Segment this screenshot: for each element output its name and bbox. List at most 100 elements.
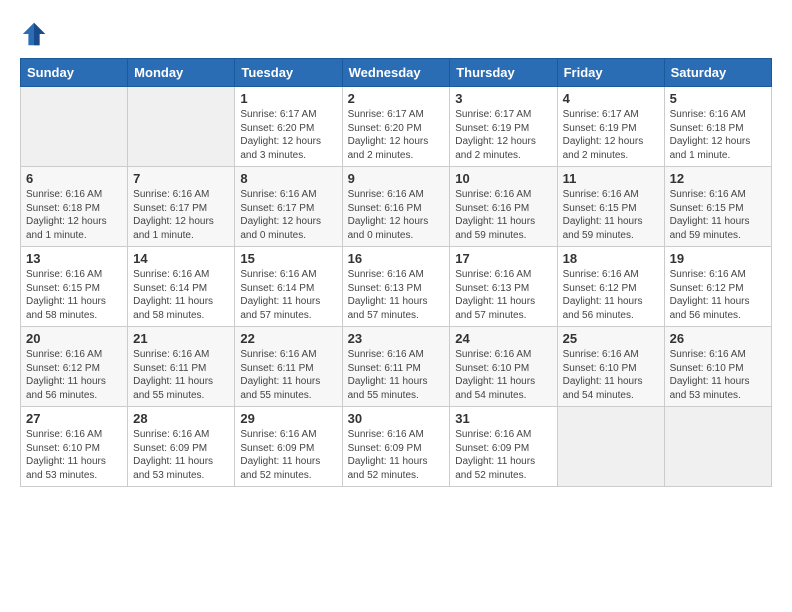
day-number: 9: [348, 171, 445, 186]
cell-info: Sunrise: 6:16 AM Sunset: 6:10 PM Dayligh…: [455, 348, 551, 402]
cell-info: Sunrise: 6:16 AM Sunset: 6:14 PM Dayligh…: [240, 268, 336, 322]
calendar-cell: 3 Sunrise: 6:17 AM Sunset: 6:19 PM Daylig…: [450, 87, 557, 167]
cell-info: Sunrise: 6:16 AM Sunset: 6:15 PM Dayligh…: [563, 188, 659, 242]
calendar-cell: 7Sunrise: 6:16 AM Sunset: 6:17 PM Daylig…: [128, 167, 235, 247]
column-header-sunday: Sunday: [21, 59, 128, 87]
calendar-cell: 13Sunrise: 6:16 AM Sunset: 6:15 PM Dayli…: [21, 247, 128, 327]
calendar-cell: [21, 87, 128, 167]
cell-info: Sunrise: 6:16 AM Sunset: 6:10 PM Dayligh…: [563, 348, 659, 402]
day-number: 18: [563, 251, 659, 266]
column-header-thursday: Thursday: [450, 59, 557, 87]
day-number: 8: [240, 171, 336, 186]
calendar-cell: 8 Sunrise: 6:16 AM Sunset: 6:17 PM Daylig…: [235, 167, 342, 247]
calendar-cell: [664, 407, 771, 487]
calendar-cell: 23Sunrise: 6:16 AM Sunset: 6:11 PM Dayli…: [342, 327, 450, 407]
day-number: 6: [26, 171, 122, 186]
cell-info: Sunrise: 6:16 AM Sunset: 6:09 PM Dayligh…: [133, 428, 229, 482]
logo: [20, 20, 52, 48]
column-header-tuesday: Tuesday: [235, 59, 342, 87]
week-row-4: 20Sunrise: 6:16 AM Sunset: 6:12 PM Dayli…: [21, 327, 772, 407]
calendar-cell: 21 Sunrise: 6:16 AM Sunset: 6:11 PM Dayli…: [128, 327, 235, 407]
cell-info: Sunrise: 6:16 AM Sunset: 6:13 PM Dayligh…: [348, 268, 445, 322]
day-number: 26: [670, 331, 766, 346]
calendar-cell: [128, 87, 235, 167]
column-header-saturday: Saturday: [664, 59, 771, 87]
cell-info: Sunrise: 6:16 AM Sunset: 6:15 PM Dayligh…: [670, 188, 766, 242]
day-number: 11: [563, 171, 659, 186]
day-number: 13: [26, 251, 122, 266]
cell-info: Sunrise: 6:16 AM Sunset: 6:09 PM Dayligh…: [455, 428, 551, 482]
day-number: 5: [670, 91, 766, 106]
calendar-cell: 4Sunrise: 6:17 AM Sunset: 6:19 PM Daylig…: [557, 87, 664, 167]
calendar-cell: 31 Sunrise: 6:16 AM Sunset: 6:09 PM Dayli…: [450, 407, 557, 487]
day-number: 29: [240, 411, 336, 426]
day-number: 3: [455, 91, 551, 106]
day-number: 27: [26, 411, 122, 426]
cell-info: Sunrise: 6:16 AM Sunset: 6:12 PM Dayligh…: [670, 268, 766, 322]
day-number: 15: [240, 251, 336, 266]
calendar-cell: 25 Sunrise: 6:16 AM Sunset: 6:10 PM Dayli…: [557, 327, 664, 407]
column-header-monday: Monday: [128, 59, 235, 87]
calendar-cell: 30Sunrise: 6:16 AM Sunset: 6:09 PM Dayli…: [342, 407, 450, 487]
calendar-cell: 24 Sunrise: 6:16 AM Sunset: 6:10 PM Dayli…: [450, 327, 557, 407]
cell-info: Sunrise: 6:16 AM Sunset: 6:09 PM Dayligh…: [348, 428, 445, 482]
cell-info: Sunrise: 6:16 AM Sunset: 6:11 PM Dayligh…: [348, 348, 445, 402]
cell-info: Sunrise: 6:16 AM Sunset: 6:18 PM Dayligh…: [26, 188, 122, 242]
calendar-cell: 19 Sunrise: 6:16 AM Sunset: 6:12 PM Dayli…: [664, 247, 771, 327]
cell-info: Sunrise: 6:16 AM Sunset: 6:09 PM Dayligh…: [240, 428, 336, 482]
calendar-cell: 1Sunrise: 6:17 AM Sunset: 6:20 PM Daylig…: [235, 87, 342, 167]
week-row-1: 1Sunrise: 6:17 AM Sunset: 6:20 PM Daylig…: [21, 87, 772, 167]
day-number: 14: [133, 251, 229, 266]
week-row-5: 27 Sunrise: 6:16 AM Sunset: 6:10 PM Dayli…: [21, 407, 772, 487]
calendar-cell: 2 Sunrise: 6:17 AM Sunset: 6:20 PM Daylig…: [342, 87, 450, 167]
calendar-cell: 11 Sunrise: 6:16 AM Sunset: 6:15 PM Dayli…: [557, 167, 664, 247]
page-header: [20, 20, 772, 48]
cell-info: Sunrise: 6:16 AM Sunset: 6:17 PM Dayligh…: [240, 188, 336, 242]
calendar-cell: 12 Sunrise: 6:16 AM Sunset: 6:15 PM Dayli…: [664, 167, 771, 247]
day-number: 12: [670, 171, 766, 186]
cell-info: Sunrise: 6:16 AM Sunset: 6:13 PM Dayligh…: [455, 268, 551, 322]
day-number: 2: [348, 91, 445, 106]
day-number: 17: [455, 251, 551, 266]
calendar-cell: 10Sunrise: 6:16 AM Sunset: 6:16 PM Dayli…: [450, 167, 557, 247]
calendar-cell: 22Sunrise: 6:16 AM Sunset: 6:11 PM Dayli…: [235, 327, 342, 407]
calendar-cell: 14Sunrise: 6:16 AM Sunset: 6:14 PM Dayli…: [128, 247, 235, 327]
calendar-body: 1Sunrise: 6:17 AM Sunset: 6:20 PM Daylig…: [21, 87, 772, 487]
day-number: 31: [455, 411, 551, 426]
day-number: 21: [133, 331, 229, 346]
column-header-friday: Friday: [557, 59, 664, 87]
calendar-cell: 15 Sunrise: 6:16 AM Sunset: 6:14 PM Dayli…: [235, 247, 342, 327]
calendar-cell: 17 Sunrise: 6:16 AM Sunset: 6:13 PM Dayli…: [450, 247, 557, 327]
cell-info: Sunrise: 6:17 AM Sunset: 6:19 PM Dayligh…: [455, 108, 551, 162]
cell-info: Sunrise: 6:16 AM Sunset: 6:12 PM Dayligh…: [26, 348, 122, 402]
cell-info: Sunrise: 6:17 AM Sunset: 6:19 PM Dayligh…: [563, 108, 659, 162]
day-number: 19: [670, 251, 766, 266]
calendar-cell: 5 Sunrise: 6:16 AM Sunset: 6:18 PM Daylig…: [664, 87, 771, 167]
cell-info: Sunrise: 6:17 AM Sunset: 6:20 PM Dayligh…: [240, 108, 336, 162]
day-number: 24: [455, 331, 551, 346]
cell-info: Sunrise: 6:16 AM Sunset: 6:16 PM Dayligh…: [348, 188, 445, 242]
calendar-cell: 26 Sunrise: 6:16 AM Sunset: 6:10 PM Dayli…: [664, 327, 771, 407]
column-header-wednesday: Wednesday: [342, 59, 450, 87]
calendar-cell: 27 Sunrise: 6:16 AM Sunset: 6:10 PM Dayli…: [21, 407, 128, 487]
day-number: 22: [240, 331, 336, 346]
day-number: 28: [133, 411, 229, 426]
calendar-cell: 16Sunrise: 6:16 AM Sunset: 6:13 PM Dayli…: [342, 247, 450, 327]
header-row: SundayMondayTuesdayWednesdayThursdayFrid…: [21, 59, 772, 87]
calendar-cell: 6 Sunrise: 6:16 AM Sunset: 6:18 PM Daylig…: [21, 167, 128, 247]
cell-info: Sunrise: 6:16 AM Sunset: 6:18 PM Dayligh…: [670, 108, 766, 162]
cell-info: Sunrise: 6:16 AM Sunset: 6:10 PM Dayligh…: [670, 348, 766, 402]
calendar-cell: [557, 407, 664, 487]
calendar-cell: 29 Sunrise: 6:16 AM Sunset: 6:09 PM Dayli…: [235, 407, 342, 487]
cell-info: Sunrise: 6:16 AM Sunset: 6:11 PM Dayligh…: [133, 348, 229, 402]
logo-icon: [20, 20, 48, 48]
calendar-cell: 18 Sunrise: 6:16 AM Sunset: 6:12 PM Dayli…: [557, 247, 664, 327]
calendar-cell: 20Sunrise: 6:16 AM Sunset: 6:12 PM Dayli…: [21, 327, 128, 407]
cell-info: Sunrise: 6:17 AM Sunset: 6:20 PM Dayligh…: [348, 108, 445, 162]
calendar-header: SundayMondayTuesdayWednesdayThursdayFrid…: [21, 59, 772, 87]
cell-info: Sunrise: 6:16 AM Sunset: 6:10 PM Dayligh…: [26, 428, 122, 482]
day-number: 7: [133, 171, 229, 186]
day-number: 25: [563, 331, 659, 346]
cell-info: Sunrise: 6:16 AM Sunset: 6:12 PM Dayligh…: [563, 268, 659, 322]
week-row-3: 13Sunrise: 6:16 AM Sunset: 6:15 PM Dayli…: [21, 247, 772, 327]
